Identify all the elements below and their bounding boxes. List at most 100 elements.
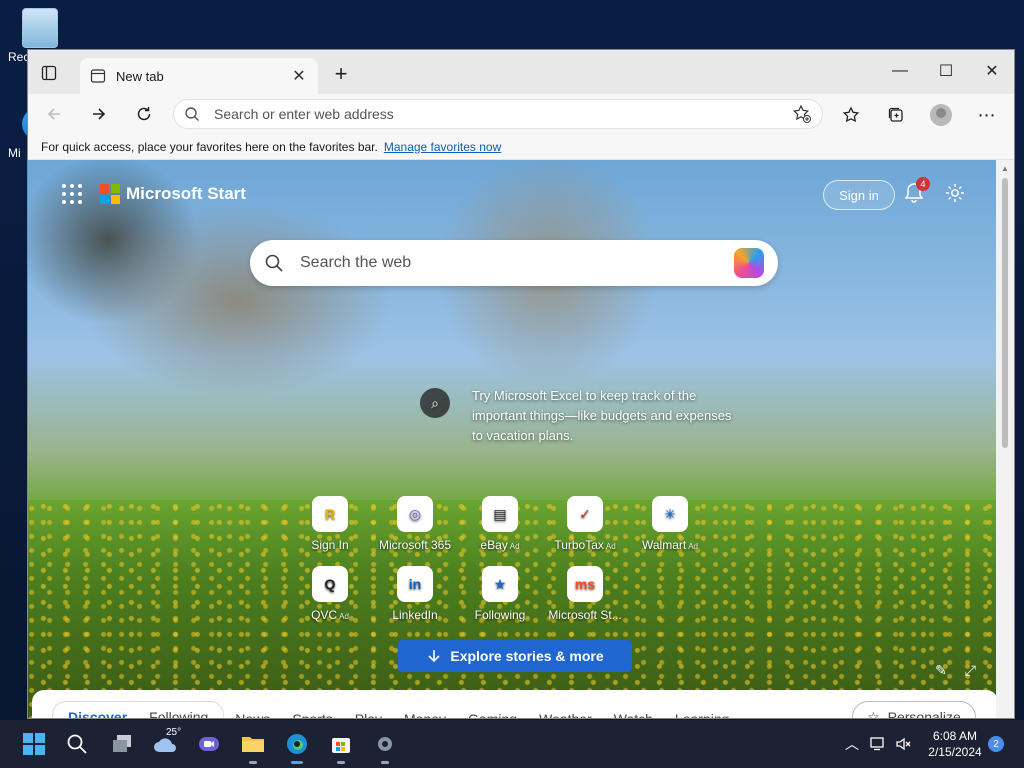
site-label: TurboTax bbox=[554, 538, 604, 552]
top-site-tile[interactable]: ◎ Microsoft 365 bbox=[375, 496, 455, 552]
refresh-button[interactable] bbox=[128, 98, 160, 130]
personalize-button[interactable]: ☆ Personalize bbox=[852, 701, 976, 718]
top-site-tile[interactable]: R Sign In bbox=[290, 496, 370, 552]
feed-tab-news[interactable]: News bbox=[224, 704, 281, 718]
volume-muted-icon bbox=[896, 737, 911, 751]
site-label: LinkedIn bbox=[392, 608, 438, 622]
scrollbar-thumb[interactable] bbox=[1002, 178, 1008, 448]
task-view-icon bbox=[113, 735, 131, 752]
search-icon bbox=[185, 107, 199, 121]
visual-search-icon[interactable]: ⌕ bbox=[420, 388, 450, 418]
app-launcher-icon[interactable] bbox=[62, 184, 82, 204]
favorites-button[interactable] bbox=[836, 100, 866, 130]
edge-browser-icon bbox=[287, 734, 307, 754]
feed-tab-bar: Discover Following News Sports Play Money Gami… bbox=[32, 690, 998, 718]
feed-tab-sports[interactable]: Sports bbox=[281, 704, 343, 718]
web-search-box[interactable]: Search the web bbox=[250, 240, 778, 286]
collections-icon bbox=[888, 107, 903, 122]
close-tab-icon[interactable]: ✕ bbox=[290, 67, 308, 85]
site-label: Microsoft 365 bbox=[378, 538, 452, 552]
site-logo-icon: ▤ bbox=[482, 496, 518, 532]
feed-tab-learning[interactable]: Learning bbox=[664, 704, 741, 718]
start-button[interactable] bbox=[20, 730, 48, 758]
manage-favorites-link[interactable]: Manage favorites now bbox=[384, 140, 501, 154]
back-button[interactable] bbox=[38, 98, 70, 130]
minimize-button[interactable]: — bbox=[878, 58, 922, 84]
collections-button[interactable] bbox=[881, 100, 911, 130]
promo-text: Try Microsoft Excel to keep track of the… bbox=[472, 388, 732, 443]
volume-button[interactable] bbox=[890, 730, 918, 758]
show-hidden-icons-button[interactable]: ︿ bbox=[838, 730, 866, 758]
microsoft-store-button[interactable] bbox=[327, 730, 355, 764]
edit-background-icon[interactable]: ✎ bbox=[935, 662, 947, 679]
feed-tab-money[interactable]: Money bbox=[393, 704, 457, 718]
site-logo-icon: ✓ bbox=[567, 496, 603, 532]
gear-icon bbox=[946, 184, 964, 202]
network-status-button[interactable] bbox=[864, 730, 892, 758]
task-view-button[interactable] bbox=[108, 730, 136, 758]
explore-stories-button[interactable]: Explore stories & more bbox=[398, 640, 632, 672]
new-tab-page: Microsoft Start Sign in 4 Search the web… bbox=[28, 160, 998, 718]
feed-tab-play[interactable]: Play bbox=[344, 704, 393, 718]
clock-time: 6:08 AM bbox=[932, 729, 978, 743]
feed-tab-weather[interactable]: Weather bbox=[528, 704, 603, 718]
scroll-up-icon[interactable]: ▲ bbox=[1000, 164, 1010, 174]
feed-tab-discover[interactable]: Discover bbox=[57, 702, 138, 718]
copilot-icon[interactable] bbox=[734, 248, 764, 278]
profile-button[interactable] bbox=[926, 100, 956, 130]
tab-new-tab[interactable]: New tab ✕ bbox=[80, 58, 318, 94]
search-icon bbox=[67, 734, 87, 754]
site-logo-icon: in bbox=[397, 566, 433, 602]
page-settings-button[interactable] bbox=[944, 182, 968, 206]
browser-window: New tab ✕ + — ☐ ✕ Search or enter web ad… bbox=[27, 49, 1015, 719]
settings-app-button[interactable] bbox=[371, 730, 399, 764]
clock[interactable]: 6:08 AM 2/15/2024 bbox=[920, 728, 990, 760]
recycle-bin-icon bbox=[22, 8, 58, 48]
ad-badge: Ad bbox=[605, 542, 616, 551]
notifications-button[interactable]: 4 bbox=[904, 177, 930, 206]
sign-in-button[interactable]: Sign in bbox=[823, 180, 895, 210]
top-site-tile[interactable]: in LinkedIn bbox=[375, 566, 455, 622]
top-site-tile[interactable]: ✓ TurboTax Ad bbox=[545, 496, 625, 552]
weather-temperature: 25° bbox=[166, 727, 182, 738]
microsoft-logo-icon bbox=[100, 184, 120, 204]
top-site-tile[interactable]: ★ Following bbox=[460, 566, 540, 622]
top-site-tile[interactable]: Q QVC Ad bbox=[290, 566, 370, 622]
promo-card[interactable]: ⌕ Try Microsoft Excel to keep track of t… bbox=[420, 386, 740, 446]
forward-button[interactable] bbox=[83, 98, 115, 130]
ad-badge: Ad bbox=[688, 542, 699, 551]
add-favorite-icon[interactable] bbox=[792, 104, 812, 124]
site-label: eBay bbox=[480, 538, 508, 552]
store-icon bbox=[332, 738, 350, 753]
taskbar-search-button[interactable] bbox=[63, 730, 91, 758]
site-label: Walmart bbox=[641, 538, 687, 552]
settings-and-more-button[interactable]: ⋯ bbox=[972, 100, 1002, 130]
site-label: Microsoft St... bbox=[548, 608, 622, 622]
top-site-tile[interactable]: ▤ eBay Ad bbox=[460, 496, 540, 552]
ms-start-title[interactable]: Microsoft Start bbox=[126, 184, 246, 204]
teams-chat-button[interactable] bbox=[195, 730, 223, 758]
edge-button[interactable] bbox=[283, 730, 311, 764]
more-tabs-button[interactable]: ... bbox=[810, 709, 822, 718]
file-explorer-button[interactable] bbox=[239, 730, 267, 764]
favorites-bar-text: For quick access, place your favorites h… bbox=[41, 139, 378, 154]
top-site-tile[interactable]: ✳ Walmart Ad bbox=[630, 496, 710, 552]
site-label: QVC bbox=[311, 608, 338, 622]
new-tab-button[interactable]: + bbox=[328, 61, 354, 86]
favorites-bar: For quick access, place your favorites h… bbox=[28, 134, 1014, 160]
expand-icon[interactable]: ⤢ bbox=[965, 662, 976, 679]
web-search-placeholder: Search the web bbox=[300, 254, 412, 271]
maximize-button[interactable]: ☐ bbox=[924, 58, 968, 84]
site-label: Following bbox=[474, 608, 526, 622]
address-bar[interactable]: Search or enter web address bbox=[173, 99, 823, 129]
top-site-tile[interactable]: ms Microsoft St... bbox=[545, 566, 625, 622]
feed-tab-watch[interactable]: Watch bbox=[603, 704, 664, 718]
notification-center-badge[interactable]: 2 bbox=[988, 736, 1004, 752]
gear-icon bbox=[378, 737, 392, 751]
close-window-button[interactable]: ✕ bbox=[970, 58, 1014, 84]
ad-badge: Ad bbox=[339, 612, 349, 621]
page-scrollbar[interactable]: ▲ bbox=[996, 160, 1014, 718]
feed-tab-following[interactable]: Following bbox=[138, 702, 219, 718]
tab-actions-button[interactable] bbox=[38, 62, 60, 84]
feed-tab-gaming[interactable]: Gaming bbox=[457, 704, 528, 718]
